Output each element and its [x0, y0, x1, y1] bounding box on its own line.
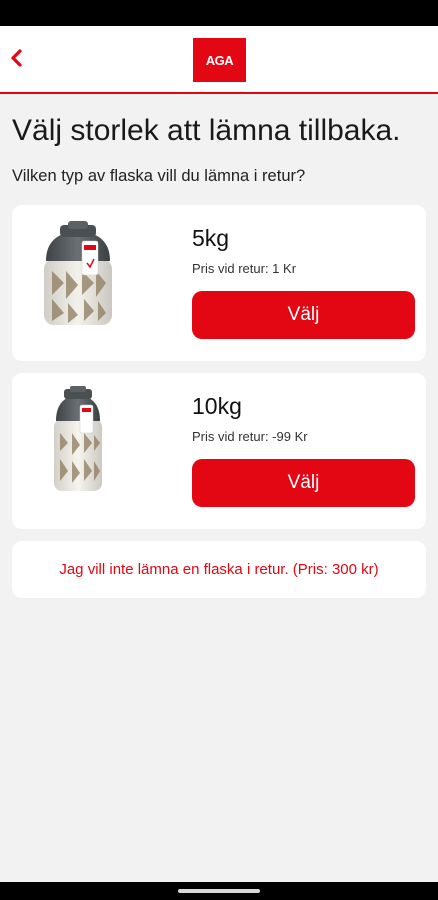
choose-5kg-button[interactable]: Välj	[192, 291, 415, 339]
option-price-label: Pris vid retur: 1 Kr	[192, 261, 297, 276]
aga-logo: AGA	[193, 38, 246, 82]
option-size-label: 5kg	[192, 225, 230, 251]
home-indicator[interactable]	[178, 889, 260, 893]
page-title: Välj storlek att lämna tillbaka.	[12, 114, 401, 147]
no-return-option[interactable]: Jag vill inte lämna en flaska i retur. (…	[12, 541, 426, 598]
system-navigation-bar	[0, 882, 438, 900]
option-card-5kg: 5kg Pris vid retur: 1 Kr Välj	[12, 205, 426, 361]
no-return-label: Jag vill inte lämna en flaska i retur. (…	[59, 561, 379, 578]
option-price-label: Pris vid retur: -99 Kr	[192, 429, 308, 444]
back-button[interactable]	[4, 44, 32, 72]
gas-cylinder-10kg-icon	[54, 386, 102, 491]
page-subtitle: Vilken typ av flaska vill du lämna i ret…	[12, 167, 306, 185]
choose-10kg-button[interactable]: Välj	[192, 459, 415, 507]
logo-text: AGA	[205, 52, 234, 68]
app-bar: AGA	[0, 26, 438, 94]
option-size-label: 10kg	[192, 393, 242, 419]
chevron-left-icon	[11, 49, 22, 67]
status-bar	[0, 0, 438, 26]
option-card-10kg: 10kg Pris vid retur: -99 Kr Välj	[12, 373, 426, 529]
gas-cylinder-5kg-icon	[44, 221, 112, 325]
